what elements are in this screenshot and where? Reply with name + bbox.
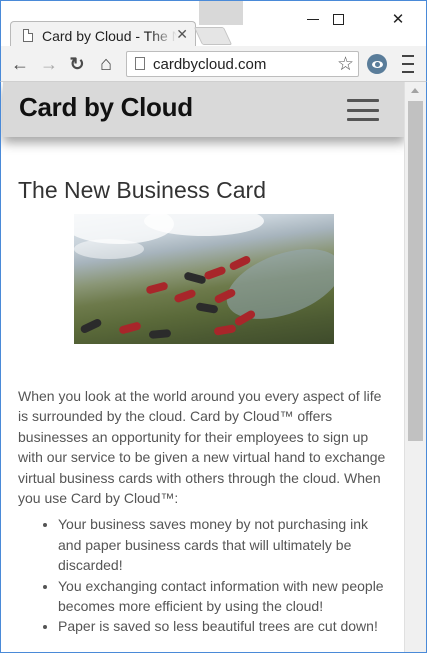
hero-image	[74, 214, 334, 344]
close-icon: ✕	[391, 11, 405, 28]
reload-icon[interactable]: ↻	[66, 53, 88, 75]
profile-button[interactable]	[199, 1, 243, 25]
tab-close-icon[interactable]: ✕	[176, 26, 188, 43]
tab-title: Card by Cloud - The New Business Card	[42, 28, 177, 44]
extension-eye-icon[interactable]	[367, 54, 387, 74]
benefits-list: Your business saves money by not purchas…	[18, 514, 390, 636]
url-text[interactable]: cardbycloud.com	[153, 56, 266, 73]
vertical-scrollbar[interactable]	[404, 82, 426, 652]
scroll-up-arrow-icon[interactable]	[411, 88, 419, 93]
browser-tab[interactable]: Card by Cloud - The New Business Card ✕	[10, 21, 196, 48]
home-icon[interactable]: ⌂	[95, 53, 117, 75]
page-icon	[23, 29, 33, 42]
scrollbar-thumb[interactable]	[408, 101, 423, 441]
article: The New Business Card When you look at t…	[18, 177, 390, 637]
new-tab-button[interactable]	[193, 27, 233, 45]
back-icon[interactable]: ←	[9, 53, 31, 75]
address-bar[interactable]: cardbycloud.com ☆	[126, 51, 359, 77]
close-window-button[interactable]: ✕	[376, 3, 420, 35]
maximize-icon	[332, 13, 344, 25]
browser-titlebar: Card by Cloud - The New Business Card ✕ …	[0, 0, 427, 48]
list-item: Your business saves money by not purchas…	[58, 514, 390, 575]
list-item: You exchanging contact information with …	[58, 576, 390, 617]
site-title[interactable]: Card by Cloud	[19, 92, 193, 123]
bookmark-star-icon[interactable]: ☆	[337, 53, 354, 76]
page-viewport: Card by Cloud The New Business Card When…	[0, 82, 427, 653]
forward-icon[interactable]: →	[38, 53, 60, 75]
page-title: The New Business Card	[18, 177, 266, 203]
site-header: Card by Cloud	[3, 82, 405, 137]
browser-toolbar: ← → ↻ ⌂ cardbycloud.com ☆	[0, 46, 427, 82]
browser-menu-icon[interactable]	[399, 55, 417, 73]
page-icon	[135, 57, 145, 70]
list-item: Paper is saved so less beautiful trees a…	[58, 616, 390, 636]
intro-paragraph: When you look at the world around you ev…	[18, 388, 386, 507]
maximize-button[interactable]	[316, 3, 360, 35]
hamburger-icon[interactable]	[347, 99, 379, 121]
